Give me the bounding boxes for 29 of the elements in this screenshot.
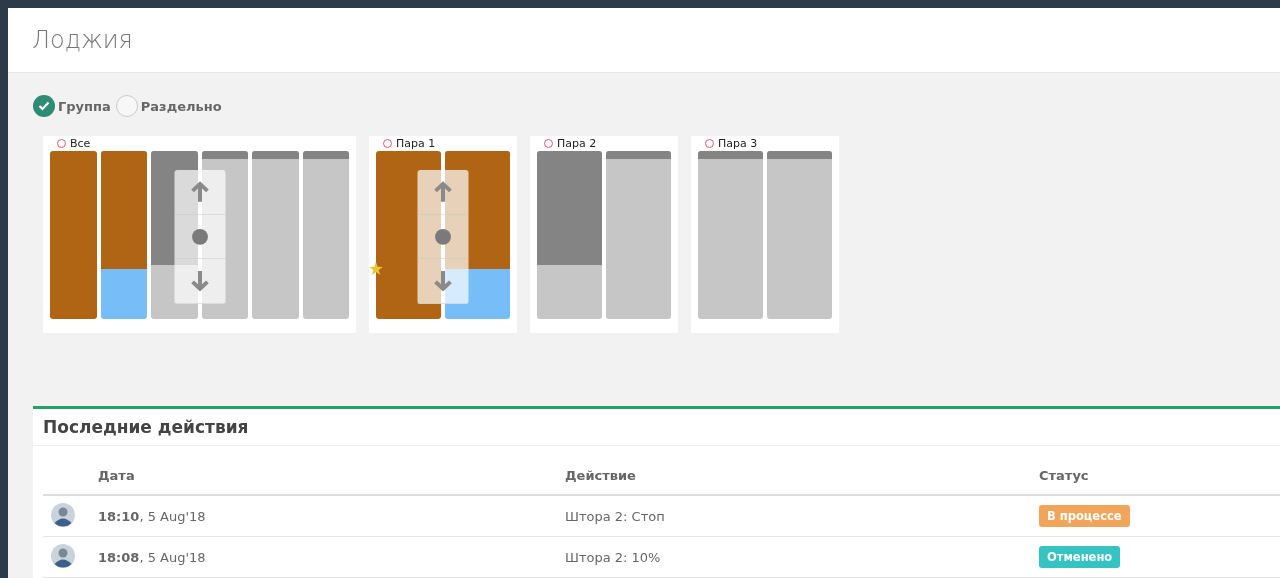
column-header: Действие: [565, 456, 1039, 495]
curtain-bar[interactable]: [302, 151, 349, 319]
curtain-bar[interactable]: [100, 151, 147, 319]
column-header: Дата: [98, 456, 565, 495]
group-label: Пара 1: [396, 137, 436, 150]
curtain-bar[interactable]: [252, 151, 299, 319]
card-title: Последние действия: [33, 409, 1280, 446]
date-cell: 18:08, 5 Aug'18: [98, 536, 565, 578]
radio-button[interactable]: [115, 95, 138, 117]
group-label: Все: [70, 137, 91, 150]
page-title: Лоджия: [32, 26, 133, 54]
curtain-bar[interactable]: [698, 151, 763, 319]
radio-button[interactable]: [33, 95, 55, 117]
radio-label: Раздельно: [140, 98, 222, 114]
avatar-icon: [51, 502, 75, 527]
status-badge: В процессе: [1039, 505, 1130, 527]
action-cell: Штора 2: 10%: [565, 536, 1039, 578]
status-badge: Отменено: [1039, 546, 1121, 568]
radio-label: Группа: [58, 98, 111, 114]
group-label: Пара 3: [718, 137, 758, 150]
curtain-bar[interactable]: [767, 151, 832, 319]
check-icon: [38, 101, 50, 111]
column-header: Статус: [1039, 456, 1280, 495]
date-cell: 18:10, 5 Aug'18: [98, 495, 565, 537]
action-cell: Штора 2: Стоп: [565, 495, 1039, 537]
avatar-icon: [51, 543, 75, 568]
group-label: Пара 2: [557, 137, 597, 150]
curtain-bar[interactable]: [606, 151, 671, 319]
curtain-bar[interactable]: [537, 151, 602, 319]
